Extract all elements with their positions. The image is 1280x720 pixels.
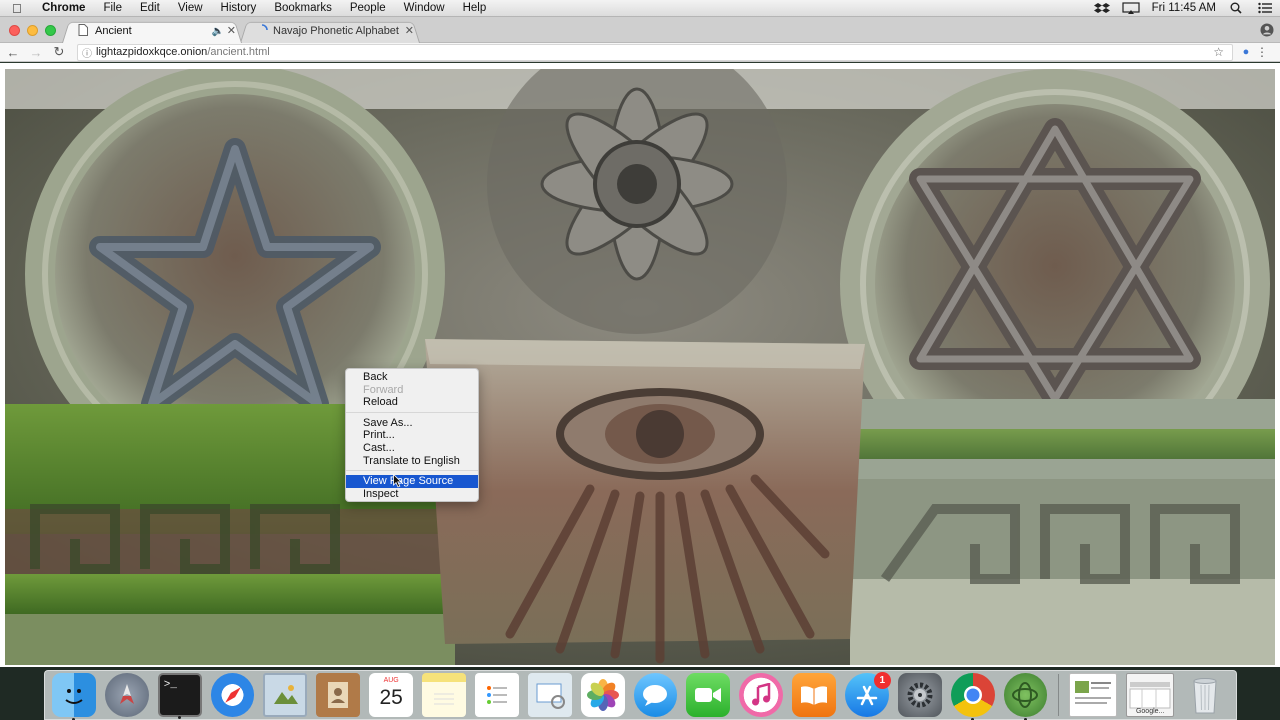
context-menu-back[interactable]: Back	[346, 371, 478, 384]
safari-icon[interactable]	[210, 673, 255, 717]
app-store-icon[interactable]: 1	[844, 672, 891, 717]
airplay-display-icon[interactable]	[1122, 2, 1140, 14]
context-menu: Back Forward Reload Save As... Print... …	[345, 368, 479, 502]
menu-file[interactable]: File	[94, 0, 131, 17]
reminders-icon[interactable]	[474, 673, 519, 717]
window-minimize-button[interactable]	[27, 25, 38, 36]
mouse-pointer-icon	[393, 474, 403, 488]
contacts-icon[interactable]	[316, 673, 361, 717]
dock: >_ AUG 25 1 Google...	[44, 670, 1237, 720]
menu-separator	[346, 411, 478, 413]
menu-help[interactable]: Help	[454, 0, 496, 17]
context-menu-view-page-source[interactable]: View Page Source	[346, 475, 478, 488]
tab-strip: Ancient 🔈 ✕ Navajo Phonetic Alphabet ✕	[0, 17, 1280, 43]
screenshot-utility-icon[interactable]	[527, 673, 572, 717]
menu-bar:  Chrome File Edit View History Bookmark…	[0, 0, 1280, 17]
notes-icon[interactable]	[422, 673, 466, 717]
preview-icon[interactable]	[263, 673, 308, 717]
messages-icon[interactable]	[633, 673, 678, 717]
app-store-badge: 1	[873, 672, 891, 689]
notification-center-icon[interactable]	[1258, 2, 1274, 14]
tab-title: Navajo Phonetic Alphabet	[273, 25, 399, 37]
document-thumbnail-icon[interactable]	[1069, 673, 1118, 717]
bookmark-star-icon[interactable]: ☆	[1213, 45, 1224, 60]
context-menu-forward[interactable]: Forward	[346, 384, 478, 397]
window-zoom-button[interactable]	[45, 25, 56, 36]
menu-history[interactable]: History	[212, 0, 266, 17]
context-menu-save-as[interactable]: Save As...	[346, 417, 478, 430]
google-chrome-icon[interactable]	[950, 673, 995, 720]
menu-people[interactable]: People	[341, 0, 395, 17]
url-path: /ancient.html	[207, 46, 270, 58]
ibooks-icon[interactable]	[792, 673, 836, 717]
site-info-icon[interactable]: ⓘ	[78, 45, 96, 60]
menu-chrome[interactable]: Chrome	[36, 0, 94, 17]
photos-icon[interactable]	[580, 673, 625, 717]
dropbox-icon[interactable]	[1093, 2, 1110, 14]
extension-icon[interactable]: ●	[1237, 46, 1255, 58]
dock-separator	[1058, 674, 1060, 716]
launchpad-icon[interactable]	[104, 673, 149, 717]
trash-icon[interactable]	[1183, 673, 1227, 717]
finder-icon[interactable]	[52, 673, 96, 720]
spotlight-search-icon[interactable]	[1230, 2, 1246, 14]
calendar-month: AUG	[383, 677, 399, 684]
apple-menu-icon[interactable]: 	[12, 0, 36, 17]
itunes-icon[interactable]	[739, 673, 784, 717]
loading-spinner-icon	[256, 22, 268, 34]
tor-browser-icon[interactable]	[1003, 673, 1048, 720]
context-menu-cast[interactable]: Cast...	[346, 442, 478, 455]
browser-toolbar: ← → ↻ ⓘ lightazpidoxkqce.onion/ancient.h…	[0, 43, 1280, 62]
carved-stone-relief-image	[5, 69, 1275, 665]
forward-arrow-icon[interactable]: →	[26, 43, 46, 61]
facetime-icon[interactable]	[686, 673, 731, 717]
new-tab-button[interactable]	[424, 25, 452, 40]
reload-icon[interactable]: ↻	[49, 43, 69, 61]
tab-navajo-phonetic-alphabet[interactable]: Navajo Phonetic Alphabet ✕	[240, 20, 420, 43]
system-preferences-icon[interactable]	[897, 673, 942, 717]
context-menu-print[interactable]: Print...	[346, 429, 478, 442]
desktop-background: >_ AUG 25 1 Google...	[0, 667, 1280, 720]
window-thumbnail-icon[interactable]: Google...	[1126, 673, 1175, 717]
back-arrow-icon[interactable]: ←	[3, 43, 23, 61]
context-menu-translate[interactable]: Translate to English	[346, 455, 478, 468]
chrome-menu-icon[interactable]: ⋮	[1255, 45, 1269, 59]
calendar-icon[interactable]: AUG 25	[369, 673, 414, 717]
page-viewport: Back Forward Reload Save As... Print... …	[0, 63, 1280, 667]
running-indicator	[178, 716, 182, 719]
url-host: lightazpidoxkqce.onion	[96, 46, 208, 58]
calendar-day: 25	[379, 686, 403, 709]
menu-window[interactable]: Window	[395, 0, 454, 17]
menu-edit[interactable]: Edit	[131, 0, 169, 17]
tab-title: Ancient	[95, 25, 132, 37]
document-icon	[78, 22, 90, 36]
tab-ancient[interactable]: Ancient 🔈 ✕	[62, 20, 242, 43]
context-menu-reload[interactable]: Reload	[346, 396, 478, 409]
menubar-clock[interactable]: Fri 11:45 AM	[1144, 2, 1224, 14]
mute-icon[interactable]: 🔈	[212, 20, 224, 43]
profile-icon[interactable]	[1260, 23, 1274, 40]
menu-separator	[346, 470, 478, 472]
address-bar[interactable]: ⓘ lightazpidoxkqce.onion/ancient.html ☆	[77, 43, 1233, 61]
menu-view[interactable]: View	[169, 0, 212, 17]
terminal-icon[interactable]: >_	[157, 673, 202, 719]
context-menu-inspect[interactable]: Inspect	[346, 488, 478, 501]
close-tab-icon[interactable]: ✕	[405, 20, 414, 43]
thumbnail-caption: Google...	[1135, 708, 1165, 715]
close-tab-icon[interactable]: ✕	[227, 20, 236, 43]
window-close-button[interactable]	[9, 25, 20, 36]
menu-bookmarks[interactable]: Bookmarks	[265, 0, 341, 17]
